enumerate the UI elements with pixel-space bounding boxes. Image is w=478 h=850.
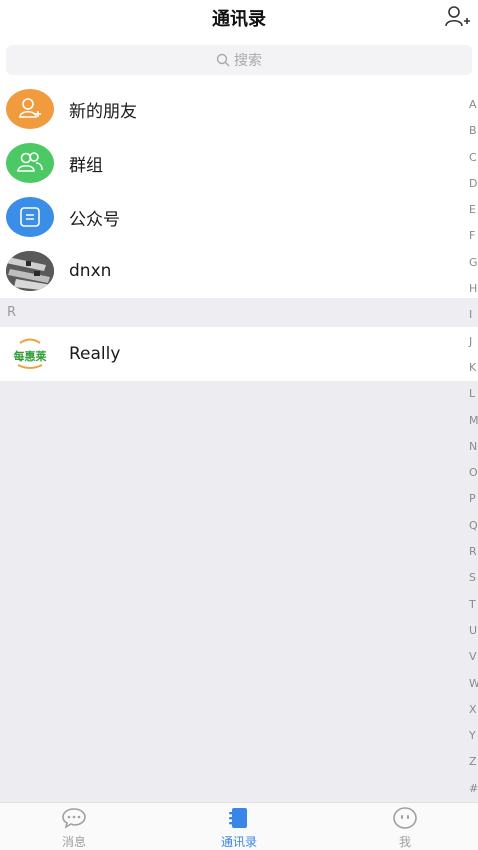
index-letter[interactable]: R	[468, 539, 478, 565]
index-letter[interactable]: J	[468, 329, 478, 355]
top-header: 通讯录	[0, 0, 478, 36]
index-letter[interactable]: C	[468, 145, 478, 171]
index-letter[interactable]: K	[468, 355, 478, 381]
add-person-icon	[445, 6, 470, 27]
index-letter[interactable]: #	[468, 776, 478, 802]
index-letter[interactable]: H	[468, 276, 478, 302]
index-letter[interactable]: G	[468, 250, 478, 276]
index-letter[interactable]: Z	[468, 749, 478, 775]
index-letter[interactable]: F	[468, 223, 478, 249]
index-letter[interactable]: S	[468, 565, 478, 591]
new-friends-avatar	[6, 89, 54, 129]
contacts-book-icon	[229, 808, 247, 828]
brand-logo-avatar: 每惠莱	[14, 338, 47, 369]
contact-row[interactable]: 每惠莱 Really	[0, 327, 478, 381]
search-area: 搜索	[0, 36, 478, 82]
groups-label: 群组	[69, 155, 103, 176]
index-letter[interactable]: Q	[468, 513, 478, 539]
groups-item[interactable]: 群组	[0, 136, 478, 190]
contact-list: 新的朋友 群组 公众号 dnxn R 每惠莱 Really	[0, 82, 478, 381]
index-letter[interactable]: T	[468, 592, 478, 618]
add-contact-button[interactable]	[444, 4, 470, 30]
index-letter[interactable]: W	[468, 671, 478, 697]
index-letter[interactable]: O	[468, 460, 478, 486]
alphabet-index[interactable]: A B C D E F G H I J K L M N O P Q R S T U V W X Y Z #	[468, 92, 478, 802]
tab-label: 消息	[61, 835, 86, 849]
index-letter[interactable]: N	[468, 434, 478, 460]
index-letter[interactable]: M	[468, 408, 478, 434]
chat-bubble-icon	[62, 808, 86, 829]
contact-avatar	[6, 251, 54, 291]
bottom-tab-bar: 消息 通讯录 我	[0, 802, 478, 850]
tab-me[interactable]: 我	[365, 807, 445, 850]
index-letter[interactable]: B	[468, 118, 478, 144]
search-placeholder: 搜索	[234, 53, 262, 69]
index-letter[interactable]: D	[468, 171, 478, 197]
page-title: 通讯录	[212, 9, 266, 30]
new-friends-label: 新的朋友	[69, 101, 137, 122]
new-friends-item[interactable]: 新的朋友	[0, 82, 478, 136]
svg-text:每惠莱: 每惠莱	[14, 349, 47, 363]
contact-row[interactable]: dnxn	[0, 244, 478, 298]
smiley-face-icon	[393, 807, 417, 829]
tab-label: 我	[398, 835, 411, 849]
tab-contacts[interactable]: 通讯录	[199, 807, 279, 850]
group-icon	[17, 152, 43, 172]
index-letter[interactable]: L	[468, 381, 478, 407]
search-icon	[216, 53, 230, 67]
official-accounts-label: 公众号	[69, 209, 120, 230]
index-letter[interactable]: X	[468, 697, 478, 723]
add-friend-icon	[19, 98, 41, 118]
official-accounts-avatar	[6, 197, 54, 237]
groups-avatar	[6, 143, 54, 183]
tab-messages[interactable]: 消息	[34, 807, 114, 850]
index-letter[interactable]: Y	[468, 723, 478, 749]
official-accounts-item[interactable]: 公众号	[0, 190, 478, 244]
tab-label: 通讯录	[220, 835, 257, 849]
contact-avatar: 每惠莱	[6, 334, 54, 374]
index-letter[interactable]: P	[468, 486, 478, 512]
index-letter[interactable]: V	[468, 644, 478, 670]
index-letter[interactable]: I	[468, 302, 478, 328]
index-letter[interactable]: A	[468, 92, 478, 118]
contact-name: dnxn	[69, 261, 112, 281]
section-letter: R	[7, 305, 17, 320]
search-input[interactable]: 搜索	[6, 45, 472, 75]
contact-name: Really	[69, 344, 121, 364]
section-header-r: R	[0, 298, 478, 327]
official-account-icon	[20, 207, 40, 227]
photo-avatar-icon	[6, 251, 54, 291]
index-letter[interactable]: U	[468, 618, 478, 644]
index-letter[interactable]: E	[468, 197, 478, 223]
